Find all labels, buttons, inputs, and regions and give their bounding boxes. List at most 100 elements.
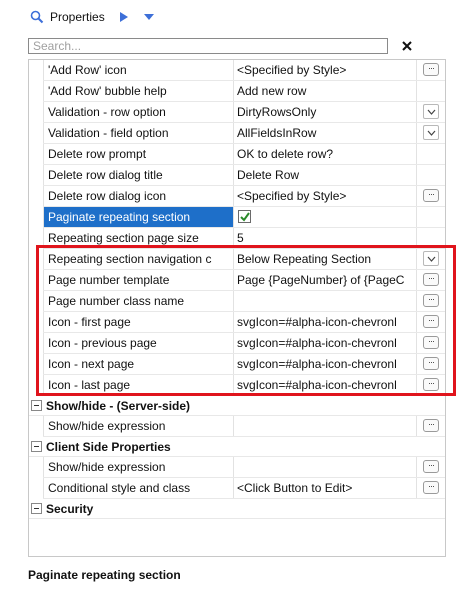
property-name: Delete row prompt	[43, 144, 234, 164]
property-row[interactable]: Icon - last page svgIcon=#alpha-icon-chev…	[29, 375, 445, 396]
property-name: Delete row dialog title	[43, 165, 234, 185]
row-gutter	[29, 333, 43, 354]
property-row[interactable]: Conditional style and class <Click Button…	[29, 478, 445, 499]
ellipsis-button[interactable]: ···	[423, 460, 439, 473]
dropdown-button[interactable]	[423, 251, 439, 266]
search-properties-icon[interactable]	[30, 10, 44, 24]
property-value[interactable]	[234, 457, 416, 477]
property-row[interactable]: Delete row dialog title Delete Row	[29, 165, 445, 186]
row-gutter	[29, 375, 43, 396]
property-value[interactable]: <Specified by Style>	[234, 186, 416, 206]
property-row[interactable]: Page number class name ···	[29, 291, 445, 312]
dropdown-button[interactable]	[423, 125, 439, 140]
dropdown-button[interactable]	[423, 104, 439, 119]
chevron-down-icon	[427, 130, 435, 136]
property-value[interactable]	[234, 291, 416, 311]
row-gutter	[29, 457, 43, 478]
ellipsis-button[interactable]: ···	[423, 419, 439, 432]
property-button-cell	[416, 228, 445, 248]
property-value[interactable]: svgIcon=#alpha-icon-chevronl	[234, 375, 416, 395]
property-name: Icon - previous page	[43, 333, 234, 353]
row-gutter	[29, 354, 43, 375]
clear-search-icon[interactable]	[398, 37, 416, 55]
property-row[interactable]: Repeating section page size 5	[29, 228, 445, 249]
property-row[interactable]: 'Add Row' icon <Specified by Style> ···	[29, 60, 445, 81]
property-value[interactable]: Below Repeating Section	[234, 249, 416, 269]
property-button-cell: ···	[416, 312, 445, 332]
property-name: Repeating section navigation c	[43, 249, 234, 269]
ellipsis-button[interactable]: ···	[423, 294, 439, 307]
property-value[interactable]: 5	[234, 228, 416, 248]
property-grid: 'Add Row' icon <Specified by Style> ··· 'Ad…	[28, 59, 446, 557]
property-row[interactable]: Validation - field option AllFieldsInRow	[29, 123, 445, 144]
property-button-cell: ···	[416, 354, 445, 374]
property-row[interactable]: Validation - row option DirtyRowsOnly	[29, 102, 445, 123]
property-button-cell: ···	[416, 186, 445, 206]
group-header[interactable]: Client Side Properties	[29, 437, 445, 457]
property-row[interactable]: Show/hide expression ···	[29, 457, 445, 478]
properties-toolbar: Properties	[30, 6, 155, 28]
property-row[interactable]: Show/hide expression ···	[29, 416, 445, 437]
property-value[interactable]: svgIcon=#alpha-icon-chevronl	[234, 333, 416, 353]
chevron-down-icon	[427, 109, 435, 115]
properties-label: Properties	[50, 10, 105, 24]
property-name: Page number template	[43, 270, 234, 290]
property-name: 'Add Row' icon	[43, 60, 234, 80]
property-name: Icon - last page	[43, 375, 234, 395]
row-gutter	[29, 81, 43, 102]
property-value[interactable]: <Specified by Style>	[234, 60, 416, 80]
property-button-cell	[416, 165, 445, 185]
chevron-down-icon	[427, 256, 435, 262]
property-value[interactable]: svgIcon=#alpha-icon-chevronl	[234, 354, 416, 374]
property-value[interactable]: Page {PageNumber} of {PageC	[234, 270, 416, 290]
property-description: Paginate repeating section	[28, 568, 181, 582]
paginate-checkbox[interactable]	[238, 210, 251, 223]
property-value[interactable]	[234, 416, 416, 436]
group-header[interactable]: Security	[29, 499, 445, 519]
property-row[interactable]: Icon - next page svgIcon=#alpha-icon-chev…	[29, 354, 445, 375]
group-header[interactable]: Show/hide - (Server-side)	[29, 396, 445, 416]
property-name: Icon - first page	[43, 312, 234, 332]
ellipsis-button[interactable]: ···	[423, 357, 439, 370]
ellipsis-button[interactable]: ···	[423, 63, 439, 76]
row-gutter	[29, 312, 43, 333]
property-row[interactable]: Icon - previous page svgIcon=#alpha-icon-…	[29, 333, 445, 354]
property-value[interactable]: svgIcon=#alpha-icon-chevronl	[234, 312, 416, 332]
property-value[interactable]: Add new row	[234, 81, 416, 101]
property-value[interactable]: <Click Button to Edit>	[234, 478, 416, 498]
property-value-checkbox-cell[interactable]	[234, 207, 416, 227]
ellipsis-button[interactable]: ···	[423, 273, 439, 286]
property-value[interactable]: DirtyRowsOnly	[234, 102, 416, 122]
collapse-icon[interactable]	[31, 400, 42, 411]
row-gutter	[29, 270, 43, 291]
row-gutter	[29, 228, 43, 249]
property-button-cell	[416, 144, 445, 164]
search-bar	[28, 37, 412, 55]
collapse-icon[interactable]	[31, 441, 42, 452]
property-row[interactable]: Page number template Page {PageNumber} of…	[29, 270, 445, 291]
property-button-cell: ···	[416, 478, 445, 498]
property-button-cell	[416, 81, 445, 101]
ellipsis-button[interactable]: ···	[423, 315, 439, 328]
property-row[interactable]: Delete row dialog icon <Specified by Styl…	[29, 186, 445, 207]
ellipsis-button[interactable]: ···	[423, 189, 439, 202]
property-row[interactable]: Delete row prompt OK to delete row?	[29, 144, 445, 165]
search-input[interactable]	[28, 38, 388, 54]
property-row[interactable]: Icon - first page svgIcon=#alpha-icon-che…	[29, 312, 445, 333]
dropdown-triangle-icon[interactable]	[143, 13, 155, 21]
property-row[interactable]: 'Add Row' bubble help Add new row	[29, 81, 445, 102]
row-gutter	[29, 144, 43, 165]
play-icon[interactable]	[119, 11, 129, 23]
ellipsis-button[interactable]: ···	[423, 336, 439, 349]
property-value[interactable]: AllFieldsInRow	[234, 123, 416, 143]
ellipsis-button[interactable]: ···	[423, 378, 439, 391]
property-value[interactable]: OK to delete row?	[234, 144, 416, 164]
property-value[interactable]: Delete Row	[234, 165, 416, 185]
property-name: Show/hide expression	[43, 416, 234, 436]
property-name: Repeating section page size	[43, 228, 234, 248]
property-row[interactable]: Paginate repeating section	[29, 207, 445, 228]
ellipsis-button[interactable]: ···	[423, 481, 439, 494]
row-gutter	[29, 123, 43, 144]
collapse-icon[interactable]	[31, 503, 42, 514]
property-row[interactable]: Repeating section navigation c Below Repe…	[29, 249, 445, 270]
